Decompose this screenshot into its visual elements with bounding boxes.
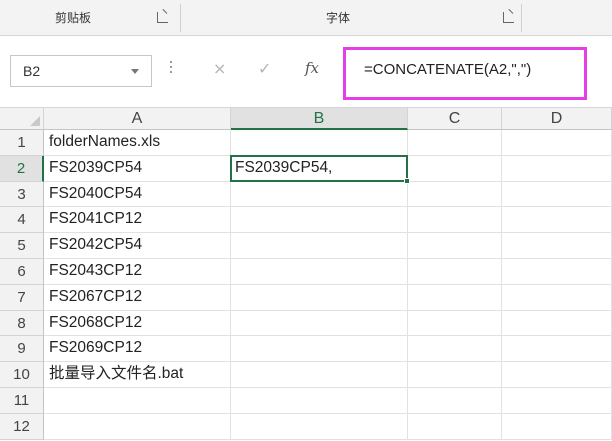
chevron-down-icon[interactable] bbox=[131, 69, 139, 74]
cell-d12[interactable] bbox=[502, 413, 612, 440]
cell-a4[interactable]: FS2041CP12 bbox=[44, 207, 231, 234]
row-header-1[interactable]: 1 bbox=[0, 130, 44, 156]
cell-d7[interactable] bbox=[502, 284, 612, 311]
cell-d1[interactable] bbox=[502, 130, 612, 156]
clipboard-group: 剪贴板 bbox=[0, 0, 180, 36]
cell-d8[interactable] bbox=[502, 310, 612, 337]
formula-bar: B2 × ✓ fx =CONCATENATE(A2,",") bbox=[0, 37, 612, 108]
row-header-11[interactable]: 11 bbox=[0, 388, 44, 414]
cell-b12[interactable] bbox=[231, 413, 408, 440]
row-header-7[interactable]: 7 bbox=[0, 284, 44, 311]
cell-a6[interactable]: FS2043CP12 bbox=[44, 259, 231, 285]
cell-b6[interactable] bbox=[231, 259, 408, 285]
column-header-b[interactable]: B bbox=[231, 108, 408, 130]
cell-d4[interactable] bbox=[502, 207, 612, 234]
insert-function-icon[interactable]: fx bbox=[305, 59, 319, 77]
row-header-10[interactable]: 10 bbox=[0, 362, 44, 388]
cell-a11[interactable] bbox=[44, 388, 231, 414]
column-header-a[interactable]: A bbox=[44, 108, 231, 130]
cell-c7[interactable] bbox=[408, 284, 502, 311]
cell-c2[interactable] bbox=[408, 155, 502, 182]
cell-d3[interactable] bbox=[502, 181, 612, 208]
grip-dots-icon[interactable] bbox=[170, 61, 173, 79]
row-header-6[interactable]: 6 bbox=[0, 259, 44, 285]
cell-b11[interactable] bbox=[231, 388, 408, 414]
cell-b2[interactable]: FS2039CP54, bbox=[230, 154, 408, 182]
cell-d5[interactable] bbox=[502, 233, 612, 259]
cell-c4[interactable] bbox=[408, 207, 502, 234]
cell-a12[interactable] bbox=[44, 413, 231, 440]
clipboard-group-label: 剪贴板 bbox=[55, 11, 92, 25]
cell-a5[interactable]: FS2042CP54 bbox=[44, 233, 231, 259]
row-header-3[interactable]: 3 bbox=[0, 181, 44, 208]
cell-b3[interactable] bbox=[231, 181, 408, 208]
ribbon-separator bbox=[521, 4, 522, 32]
cell-b4[interactable] bbox=[231, 207, 408, 234]
ribbon-group-strip: 剪贴板 字体 bbox=[0, 0, 612, 36]
cancel-icon[interactable]: × bbox=[213, 59, 226, 79]
cell-c3[interactable] bbox=[408, 181, 502, 208]
cell-c10[interactable] bbox=[408, 362, 502, 388]
name-box-value: B2 bbox=[23, 63, 41, 79]
cell-d2[interactable] bbox=[502, 155, 612, 182]
cell-d9[interactable] bbox=[502, 336, 612, 363]
row-header-5[interactable]: 5 bbox=[0, 233, 44, 259]
cell-c9[interactable] bbox=[408, 336, 502, 363]
enter-icon[interactable]: ✓ bbox=[258, 59, 271, 79]
cell-c6[interactable] bbox=[408, 259, 502, 285]
row-header-8[interactable]: 8 bbox=[0, 310, 44, 337]
cell-d6[interactable] bbox=[502, 259, 612, 285]
cell-a3[interactable]: FS2040CP54 bbox=[44, 181, 231, 208]
font-group-label: 字体 bbox=[326, 11, 351, 25]
cell-c1[interactable] bbox=[408, 130, 502, 156]
cell-a2[interactable]: FS2039CP54 bbox=[44, 155, 231, 182]
cell-a8[interactable]: FS2068CP12 bbox=[44, 310, 231, 337]
cell-b10[interactable] bbox=[231, 362, 408, 388]
column-header-c[interactable]: C bbox=[408, 108, 502, 130]
cell-b5[interactable] bbox=[231, 233, 408, 259]
cell-c11[interactable] bbox=[408, 388, 502, 414]
formula-highlight-box: =CONCATENATE(A2,",") bbox=[343, 47, 587, 100]
row-header-4[interactable]: 4 bbox=[0, 207, 44, 234]
cell-c8[interactable] bbox=[408, 310, 502, 337]
cell-b8[interactable] bbox=[231, 310, 408, 337]
cell-b1[interactable] bbox=[231, 130, 408, 156]
select-all-triangle-icon bbox=[30, 116, 40, 126]
font-launcher-icon[interactable] bbox=[503, 12, 514, 23]
cell-c12[interactable] bbox=[408, 413, 502, 440]
fill-handle[interactable] bbox=[404, 177, 410, 184]
cell-a10[interactable]: 批量导入文件名.bat bbox=[44, 362, 231, 388]
spreadsheet-grid: A B C D 1 folderNames.xls 2 FS2039CP54 FS2039CP5… bbox=[0, 108, 612, 441]
cell-d10[interactable] bbox=[502, 362, 612, 388]
formula-input[interactable]: =CONCATENATE(A2,",") bbox=[364, 61, 531, 78]
row-header-2[interactable]: 2 bbox=[0, 155, 44, 182]
select-all-button[interactable] bbox=[0, 108, 44, 130]
cell-b9[interactable] bbox=[231, 336, 408, 363]
row-header-12[interactable]: 12 bbox=[0, 413, 44, 440]
cell-a1[interactable]: folderNames.xls bbox=[44, 130, 231, 156]
name-box[interactable]: B2 bbox=[10, 55, 152, 87]
clipboard-launcher-icon[interactable] bbox=[157, 12, 168, 23]
cell-c5[interactable] bbox=[408, 233, 502, 259]
cell-a7[interactable]: FS2067CP12 bbox=[44, 284, 231, 311]
cell-a9[interactable]: FS2069CP12 bbox=[44, 336, 231, 363]
cell-d11[interactable] bbox=[502, 388, 612, 414]
column-header-d[interactable]: D bbox=[502, 108, 612, 130]
row-header-9[interactable]: 9 bbox=[0, 336, 44, 363]
cell-b7[interactable] bbox=[231, 284, 408, 311]
font-group: 字体 bbox=[181, 0, 521, 36]
